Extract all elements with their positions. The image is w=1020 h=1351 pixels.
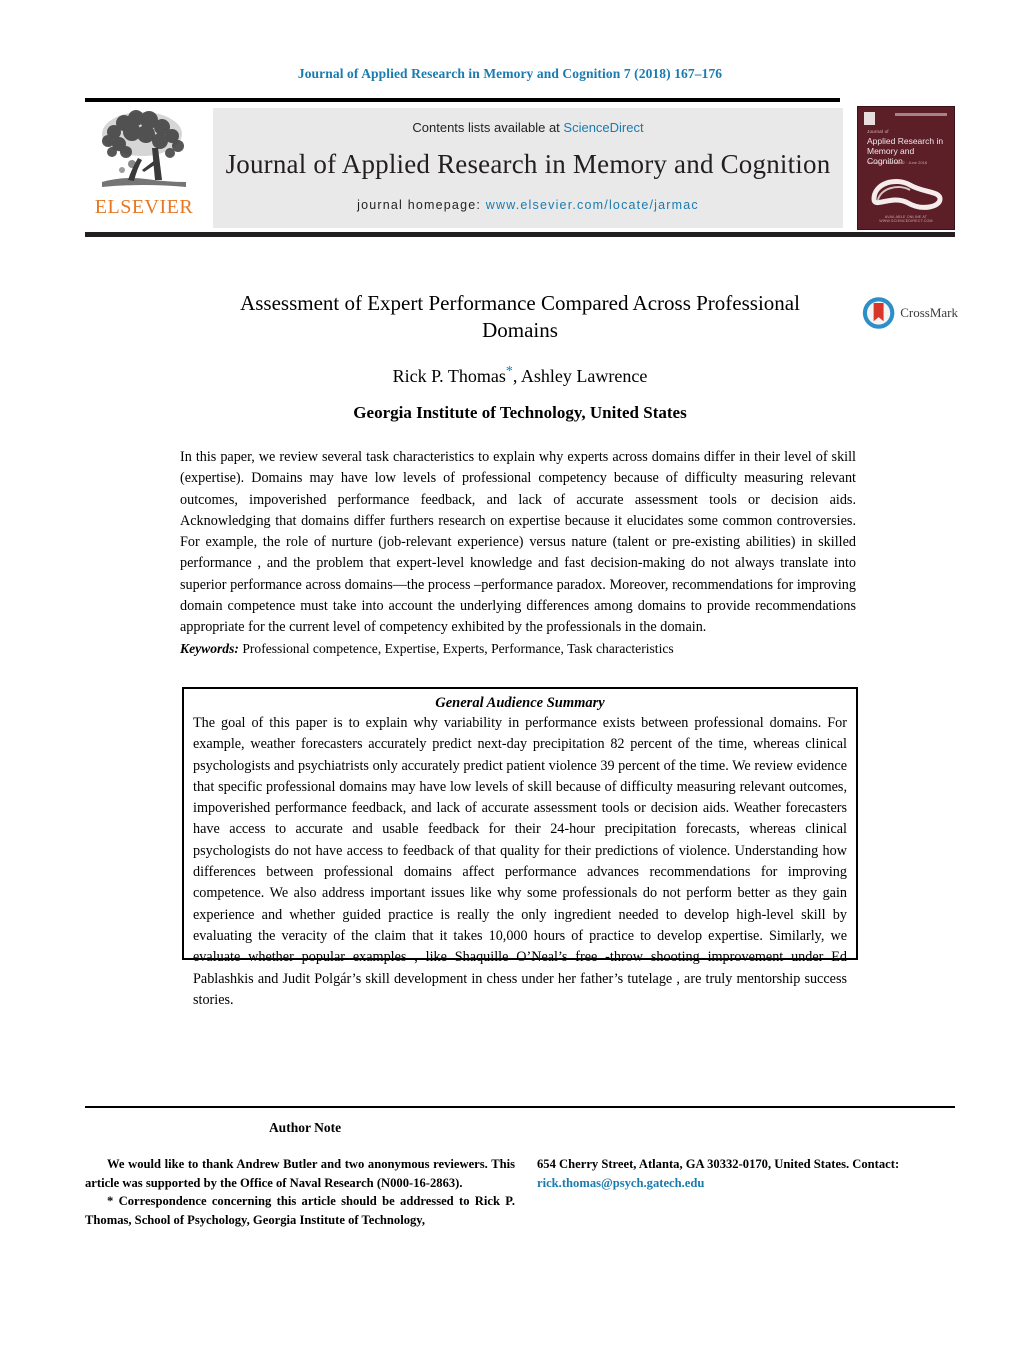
cover-footer: AVAILABLE ONLINE AT WWW.SCIENCEDIRECT.CO… — [879, 215, 933, 223]
author-note-rule — [85, 1106, 955, 1108]
contents-lists-label: Contents lists available at — [412, 120, 564, 135]
crossmark-label: CrossMark — [900, 305, 958, 320]
keywords-line: Keywords: Professional competence, Exper… — [180, 641, 856, 657]
journal-homepage-link[interactable]: www.elsevier.com/locate/jarmac — [486, 198, 699, 212]
article-title: Assessment of Expert Performance Compare… — [240, 291, 800, 342]
journal-masthead: ELSEVIER Contents lists available at Sci… — [85, 98, 955, 237]
elsevier-tree-icon — [102, 110, 186, 187]
author-affiliation: Georgia Institute of Technology, United … — [353, 403, 687, 422]
crossmark-icon — [862, 297, 895, 329]
abstract-text: In this paper, we review several task ch… — [180, 449, 856, 636]
masthead-bottom-rule — [85, 232, 955, 237]
general-audience-summary-body: The goal of this paper is to explain why… — [193, 715, 847, 1008]
author-note-address: 654 Cherry Street, Atlanta, GA 30332-017… — [537, 1157, 900, 1171]
masthead-top-rule — [85, 98, 840, 102]
elsevier-wordmark: ELSEVIER — [94, 196, 194, 218]
sciencedirect-link[interactable]: ScienceDirect — [563, 120, 643, 135]
corresponding-author-marker: * — [505, 364, 513, 379]
author-note-left-column: We would like to thank Andrew Butler and… — [85, 1155, 515, 1229]
journal-title: Journal of Applied Research in Memory an… — [225, 149, 831, 179]
crossmark-badge[interactable]: CrossMark — [862, 292, 958, 334]
cover-mobius-icon — [871, 179, 943, 210]
author-note-correspondence: * Correspondence concerning this article… — [85, 1194, 515, 1227]
author-secondary: , Ashley Lawrence — [512, 366, 648, 386]
cover-elsevier-icon — [864, 112, 875, 125]
article-authors: Rick P. Thomas*, Ashley Lawrence — [180, 364, 860, 387]
general-audience-summary-heading: General Audience Summary — [435, 695, 605, 711]
author-primary: Rick P. Thomas — [392, 366, 506, 386]
journal-homepage-line: journal homepage: www.elsevier.com/locat… — [357, 198, 699, 212]
keywords-values: Professional competence, Expertise, Expe… — [242, 641, 674, 656]
contents-lists-line: Contents lists available at ScienceDirec… — [412, 120, 643, 135]
author-note-acknowledgement: We would like to thank Andrew Butler and… — [85, 1157, 515, 1190]
journal-title-band: Contents lists available at ScienceDirec… — [213, 108, 843, 228]
keywords-label: Keywords: — [180, 641, 239, 656]
author-note-right-column: 654 Cherry Street, Atlanta, GA 30332-017… — [537, 1155, 955, 1192]
cover-subtitle: Volume 7 · Number 2 · June 2018 — [867, 160, 928, 165]
author-note-heading: Author Note — [268, 1120, 342, 1135]
general-audience-summary-box: General Audience Summary The goal of thi… — [182, 687, 858, 1008]
elsevier-logo[interactable]: ELSEVIER — [85, 106, 203, 230]
author-note-email-link[interactable]: rick.thomas@psych.gatech.edu — [537, 1174, 955, 1193]
journal-running-head: Journal of Applied Research in Memory an… — [297, 66, 723, 81]
cover-kicker: Journal of — [867, 129, 889, 134]
cover-top-rule — [895, 113, 947, 116]
journal-homepage-label: journal homepage: — [357, 198, 486, 212]
journal-cover-thumbnail[interactable]: Journal of Applied Research in Memory an… — [857, 106, 955, 230]
